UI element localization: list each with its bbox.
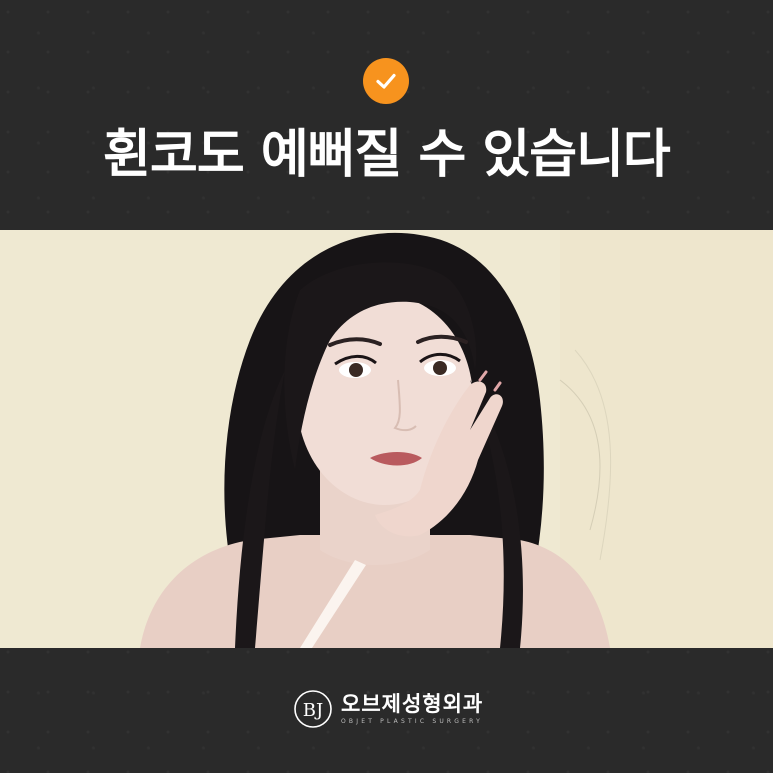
logo-subtitle: OBJET PLASTIC SURGERY xyxy=(341,717,483,725)
check-badge xyxy=(363,58,409,104)
logo-text: 오브제성형외과 OBJET PLASTIC SURGERY xyxy=(341,692,483,727)
svg-text:BJ: BJ xyxy=(303,700,323,721)
portrait-photo xyxy=(0,230,773,648)
portrait-illustration xyxy=(0,230,773,648)
logo-name: 오브제성형외과 xyxy=(341,691,484,716)
brand-logo: BJ 오브제성형외과 OBJET PLASTIC SURGERY xyxy=(293,688,483,730)
promo-card: 휜코도 예뻐질 수 있습니다 BJ 오브제성형외과 OBJET PLASTIC … xyxy=(0,0,773,773)
headline: 휜코도 예뻐질 수 있습니다 xyxy=(103,125,671,185)
objet-logo-mark-icon: BJ xyxy=(294,690,332,728)
check-icon xyxy=(376,73,396,89)
